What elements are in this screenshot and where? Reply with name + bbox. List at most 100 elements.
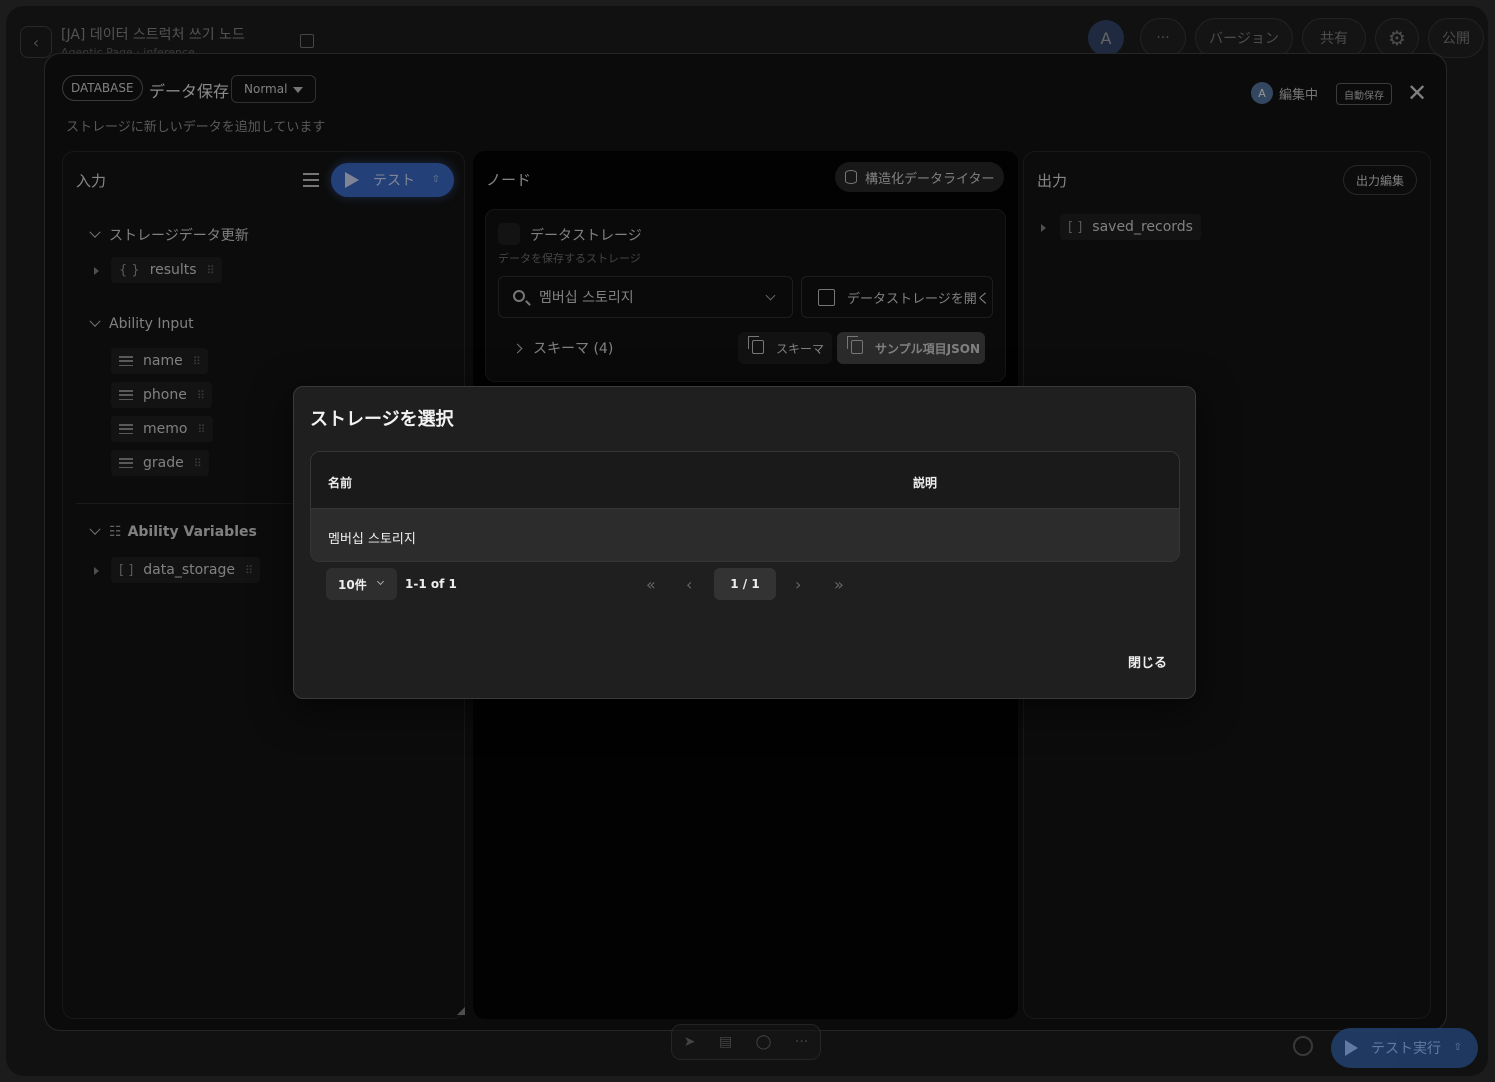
- variable-chip-saved-records[interactable]: [ ] saved_records: [1060, 214, 1201, 240]
- text-icon: [119, 390, 133, 400]
- history-icon[interactable]: [1293, 1036, 1313, 1056]
- play-icon: [345, 172, 359, 188]
- section-label: Ability Variables: [127, 524, 257, 540]
- chevron-down-icon: [765, 290, 776, 301]
- test-run-label: テスト実行: [1371, 1041, 1441, 1057]
- text-icon: [119, 356, 133, 366]
- more-icon[interactable]: ···: [795, 1034, 808, 1050]
- first-page-icon[interactable]: «: [646, 575, 656, 594]
- comment-icon[interactable]: ◯: [756, 1034, 772, 1050]
- object-icon: { }: [119, 262, 140, 278]
- drag-handle-icon[interactable]: ⠿: [193, 355, 201, 368]
- avatar[interactable]: A: [1088, 20, 1124, 56]
- node-type-badge: 構造化データライター: [835, 162, 1005, 192]
- expand-icon[interactable]: [94, 567, 99, 575]
- sidebar-toggle-icon[interactable]: [300, 34, 314, 48]
- expand-icon[interactable]: [94, 267, 99, 275]
- text-icon: [119, 458, 133, 468]
- play-icon: [1345, 1040, 1358, 1056]
- copy-schema-button[interactable]: スキーマ: [738, 332, 832, 364]
- schema-toggle[interactable]: スキーマ (4): [512, 338, 613, 358]
- storage-table: 名前 説明 멤버십 스토리지: [310, 451, 1180, 562]
- note-icon[interactable]: ▤: [719, 1034, 732, 1050]
- table-row[interactable]: 멤버십 스토리지: [311, 509, 1179, 561]
- page-size-value: 10件: [338, 577, 367, 592]
- pointer-icon[interactable]: ➤: [684, 1034, 696, 1050]
- output-header: 出力: [1037, 172, 1068, 190]
- variable-chip-grade[interactable]: grade ⠿: [111, 450, 209, 476]
- copy-sample-json-button[interactable]: サンプル項目JSON: [837, 332, 985, 364]
- node-header: ノード: [486, 171, 532, 189]
- data-storage-card: データストレージ データを保存するストレージ 멤버십 스토리지 データストレージ…: [485, 209, 1006, 382]
- share-button[interactable]: 共有: [1302, 18, 1366, 58]
- section-ability-input[interactable]: Ability Input: [89, 315, 194, 332]
- page-size-select[interactable]: 10件: [326, 568, 397, 600]
- chevron-down-icon: [376, 577, 385, 586]
- variable-label: results: [149, 262, 197, 278]
- variable-chip-results[interactable]: { } results ⠿: [111, 257, 222, 283]
- drag-handle-icon[interactable]: ⠿: [194, 457, 202, 470]
- search-icon: [513, 290, 525, 302]
- column-header-description[interactable]: 説明: [913, 474, 937, 491]
- variable-label: data_storage: [143, 562, 235, 578]
- open-storage-label: データストレージを開く: [847, 291, 990, 307]
- resize-handle-icon[interactable]: [457, 1007, 465, 1015]
- test-button[interactable]: テスト ⇧: [331, 163, 454, 197]
- close-icon[interactable]: ✕: [1407, 81, 1427, 105]
- column-header-name[interactable]: 名前: [328, 474, 352, 491]
- section-label: ストレージデータ更新: [109, 228, 249, 244]
- shortcut-hint: ⇧: [1453, 1042, 1462, 1053]
- section-label: Ability Input: [109, 316, 194, 332]
- variable-label: saved_records: [1092, 219, 1193, 235]
- last-page-icon[interactable]: »: [834, 575, 844, 594]
- more-button[interactable]: ···: [1140, 18, 1186, 58]
- drag-handle-icon[interactable]: ⠿: [197, 389, 205, 402]
- pagination-range: 1-1 of 1: [405, 577, 457, 591]
- panel-title: データ保存: [149, 82, 230, 101]
- editing-label: 編集中: [1279, 87, 1319, 103]
- gear-icon: ⚙: [1388, 26, 1406, 50]
- drag-handle-icon[interactable]: ⠿: [207, 264, 215, 277]
- variable-label: name: [143, 353, 183, 369]
- back-button[interactable]: ‹: [20, 26, 52, 58]
- version-button[interactable]: バージョン: [1195, 18, 1293, 58]
- drag-handle-icon[interactable]: ⠿: [245, 564, 253, 577]
- publish-button[interactable]: 公開: [1428, 18, 1484, 58]
- select-storage-dialog: ストレージを選択 名前 説明 멤버십 스토리지 10件 1-1 of 1 « ‹…: [293, 386, 1196, 699]
- close-button[interactable]: 閉じる: [1128, 652, 1167, 671]
- dialog-title: ストレージを選択: [310, 409, 454, 430]
- storage-select-value: 멤버십 스토리지: [539, 290, 634, 306]
- caret-down-icon: [293, 87, 303, 93]
- menu-icon[interactable]: [303, 173, 319, 187]
- open-storage-button[interactable]: データストレージを開く: [801, 276, 993, 318]
- array-icon: [ ]: [1068, 219, 1083, 235]
- avatar: A: [1251, 82, 1273, 104]
- section-storage-update[interactable]: ストレージデータ更新: [89, 225, 249, 245]
- drag-handle-icon[interactable]: ⠿: [197, 423, 205, 436]
- prev-page-icon[interactable]: ‹: [686, 575, 692, 594]
- edit-output-button[interactable]: 出力編集: [1343, 165, 1418, 195]
- canvas-toolbar: ➤ ▤ ◯ ···: [671, 1024, 821, 1060]
- editing-indicator: A 編集中: [1251, 82, 1318, 104]
- storage-select[interactable]: 멤버십 스토리지: [498, 276, 793, 318]
- list-icon: [498, 223, 520, 245]
- cell-name: 멤버십 스토리지: [328, 532, 416, 547]
- variable-chip-name[interactable]: name ⠿: [111, 348, 208, 374]
- chevron-left-icon: ‹: [32, 32, 40, 52]
- variable-chip-memo[interactable]: memo ⠿: [111, 416, 213, 442]
- card-title: データストレージ: [530, 228, 642, 244]
- next-page-icon[interactable]: ›: [795, 575, 801, 594]
- settings-button[interactable]: ⚙: [1375, 18, 1419, 58]
- panel-description: ストレージに新しいデータを追加しています: [66, 120, 326, 135]
- mode-select-value: Normal: [244, 82, 288, 96]
- external-link-icon: [818, 289, 835, 306]
- table-header: 名前 説明: [311, 452, 1179, 509]
- test-run-button[interactable]: テスト実行 ⇧: [1331, 1028, 1478, 1068]
- card-subtitle: データを保存するストレージ: [498, 252, 641, 265]
- mode-select[interactable]: Normal: [231, 75, 316, 103]
- variable-chip-data-storage[interactable]: [ ] data_storage ⠿: [111, 557, 261, 583]
- expand-icon[interactable]: [1041, 224, 1046, 232]
- copy-icon: [847, 336, 863, 354]
- variable-chip-phone[interactable]: phone ⠿: [111, 382, 212, 408]
- section-ability-variables[interactable]: ☷ Ability Variables: [89, 523, 257, 540]
